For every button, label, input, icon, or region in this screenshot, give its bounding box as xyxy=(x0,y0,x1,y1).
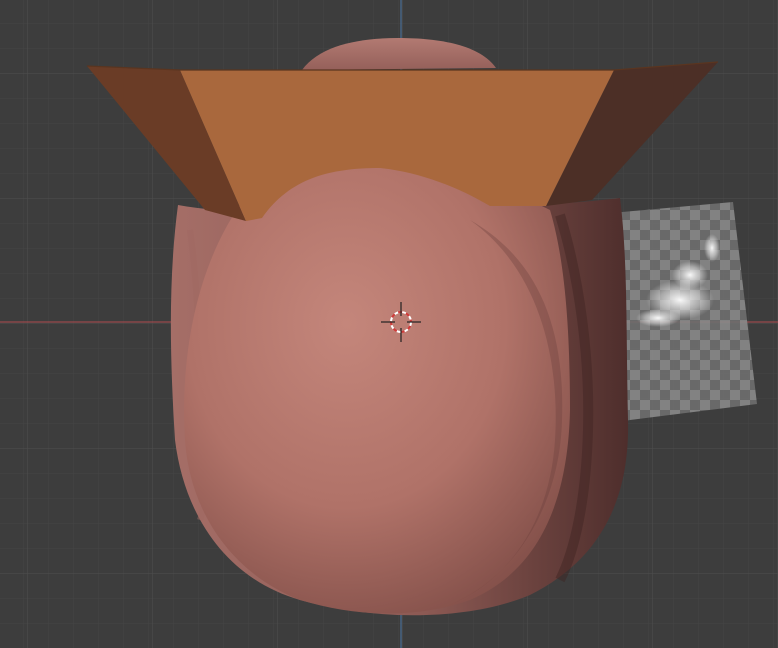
head-mesh[interactable] xyxy=(184,167,570,614)
viewport-canvas[interactable] xyxy=(0,0,778,648)
3d-viewport[interactable] xyxy=(0,0,778,648)
